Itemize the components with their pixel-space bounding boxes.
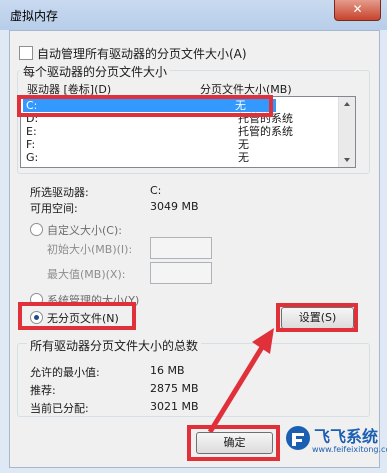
listbox-scrollbar[interactable] [338,97,355,167]
min-allowed-label: 允许的最小值: [30,366,100,379]
annotation-arrow-icon [207,328,274,434]
highlight-no-paging [18,302,136,330]
auto-manage-checkbox[interactable] [19,46,33,60]
logo-icon [286,426,310,450]
list-item-size: 无 [238,151,249,164]
initial-size-label: 初始大小(MB)(I): [47,243,133,256]
list-item[interactable]: E: 托管的系统 [26,125,326,138]
selected-drive-label: 所选驱动器: [30,186,89,199]
list-item-size: 托管的系统 [238,125,293,138]
list-item-drive: E: [26,125,37,138]
initial-size-input[interactable] [150,237,212,259]
totals-group-label: 所有驱动器分页文件大小的总数 [27,337,202,354]
max-size-input[interactable] [150,262,212,284]
free-space-label: 可用空间: [30,202,78,215]
watermark-url: www.feifeixitong.com [312,445,387,454]
custom-size-radio[interactable] [30,223,43,236]
list-item-drive: F: [26,138,36,151]
highlight-ok-button [187,425,280,461]
list-item-size: 无 [238,138,249,151]
scrollbar-arrows-icon [344,102,350,162]
list-item[interactable]: G: 无 [26,151,326,164]
auto-manage-label: 自动管理所有驱动器的分页文件大小(A) [37,47,247,61]
selected-drive-value: C: [150,184,162,197]
watermark-brand: 飞飞系统 [314,427,379,446]
list-item-drive: G: [26,151,39,164]
title-bar [0,0,387,30]
free-space-value: 3049 MB [150,200,199,213]
recommended-label: 推荐: [30,384,56,397]
window-title: 虚拟内存 [10,9,59,23]
min-allowed-value: 16 MB [150,364,185,377]
drive-group-label: 每个驱动器的分页文件大小 [20,63,171,80]
list-item[interactable]: F: 无 [26,138,326,151]
currently-allocated-label: 当前已分配: [30,402,89,415]
max-size-label: 最大值(MB)(X): [47,268,126,281]
close-button[interactable]: ✕ [334,0,381,21]
custom-size-label: 自定义大小(C): [47,224,122,237]
highlight-selected-drive [17,95,273,117]
